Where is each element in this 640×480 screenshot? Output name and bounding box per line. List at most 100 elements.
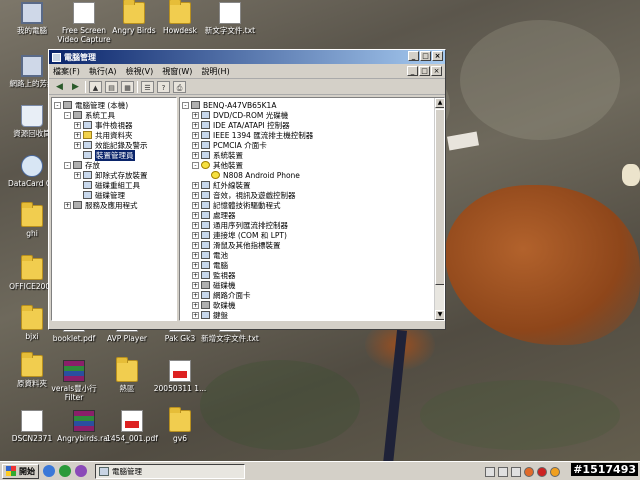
sound-icon[interactable]	[511, 466, 521, 477]
collapse-icon[interactable]: -	[192, 161, 199, 169]
tree-item[interactable]: + 共用資料夾	[54, 130, 176, 140]
tree-item[interactable]: + 網路介面卡	[182, 290, 444, 300]
expand-icon[interactable]: +	[64, 201, 71, 209]
console-tree-icon[interactable]: ▦	[121, 80, 134, 93]
child-minimize-button[interactable]: _	[407, 66, 418, 76]
desktop-icon[interactable]: 20050311 1...	[148, 360, 212, 393]
expand-icon[interactable]: +	[192, 261, 199, 269]
tree-item[interactable]: + 鍵盤	[182, 310, 444, 320]
expand-icon[interactable]: +	[192, 211, 199, 219]
expand-icon[interactable]: +	[192, 111, 199, 119]
tree-item[interactable]: + IEEE 1394 匯流排主機控制器	[182, 130, 444, 140]
tree-item[interactable]: + 電池	[182, 250, 444, 260]
tree-item[interactable]: - 電腦管理 (本機)	[54, 100, 176, 110]
alert-icon[interactable]	[537, 466, 547, 477]
collapse-icon[interactable]: -	[182, 101, 189, 109]
antivirus-icon[interactable]	[524, 466, 534, 477]
menu-help[interactable]: 說明(H)	[201, 66, 229, 77]
update-icon[interactable]	[550, 466, 560, 477]
tree-item[interactable]: + 通用序列匯流排控制器	[182, 220, 444, 230]
child-close-button[interactable]: ×	[431, 66, 442, 76]
expand-icon[interactable]: +	[192, 271, 199, 279]
forward-arrow-icon[interactable]: ▶	[69, 81, 82, 93]
expand-icon[interactable]: +	[192, 191, 199, 199]
tree-item[interactable]: - 系統工具	[54, 110, 176, 120]
expand-icon[interactable]: +	[192, 221, 199, 229]
scroll-up-icon[interactable]: ▲	[435, 98, 444, 108]
collapse-icon[interactable]: -	[64, 111, 71, 119]
tree-item[interactable]: - BENQ-A47VB65K1A	[182, 100, 444, 110]
tree-item[interactable]: + 軟碟機	[182, 300, 444, 310]
tree-item[interactable]: + 系統裝置	[182, 150, 444, 160]
tree-item[interactable]: + 紅外線裝置	[182, 180, 444, 190]
expand-icon[interactable]: +	[192, 241, 199, 249]
vertical-scrollbar[interactable]: ▲ ▼	[434, 98, 444, 320]
tree-item[interactable]: 磁碟管理	[54, 190, 176, 200]
expand-icon[interactable]: +	[192, 181, 199, 189]
expand-icon[interactable]: +	[192, 131, 199, 139]
scan-hardware-icon[interactable]: ⎙	[173, 80, 186, 93]
menu-window[interactable]: 視窗(W)	[162, 66, 192, 77]
close-button[interactable]: ×	[432, 51, 443, 61]
up-folder-icon[interactable]: ▲	[89, 80, 102, 93]
tree-item[interactable]: + IDE ATA/ATAPI 控制器	[182, 120, 444, 130]
expand-icon[interactable]: +	[192, 311, 199, 319]
tree-item[interactable]: 裝置管理員	[54, 149, 176, 161]
tree-item[interactable]: + 事件檢視器	[54, 120, 176, 130]
device-tree-pane[interactable]: - BENQ-A47VB65K1A + DVD/CD-ROM 光碟機 + IDE ATA/…	[179, 97, 445, 321]
properties-icon[interactable]: ☰	[141, 80, 154, 93]
tree-item[interactable]: + 音效，視訊及遊戲控制器	[182, 190, 444, 200]
start-button[interactable]: 開始	[2, 463, 39, 479]
tree-item[interactable]: + 電腦	[182, 260, 444, 270]
expand-icon[interactable]: +	[74, 131, 81, 139]
maximize-button[interactable]: □	[420, 51, 431, 61]
help-icon[interactable]: ?	[157, 80, 170, 93]
expand-icon[interactable]: +	[192, 251, 199, 259]
ie-icon[interactable]	[43, 465, 55, 477]
tree-item[interactable]: + 記憶體技術驅動程式	[182, 200, 444, 210]
tree-item[interactable]: + 連接埠 (COM 和 LPT)	[182, 230, 444, 240]
expand-icon[interactable]: +	[192, 141, 199, 149]
quicklaunch-icon[interactable]	[75, 465, 87, 477]
show-tree-icon[interactable]: ▤	[105, 80, 118, 93]
menu-file[interactable]: 檔案(F)	[53, 66, 80, 77]
collapse-icon[interactable]: -	[64, 161, 71, 169]
desktop-icon[interactable]: 新文字文件.txt	[198, 2, 262, 35]
scroll-down-icon[interactable]: ▼	[435, 310, 444, 320]
taskbar-button-computer-management[interactable]: 電腦管理	[95, 463, 245, 479]
console-tree-pane[interactable]: - 電腦管理 (本機) - 系統工具 + 事件檢視器 + 共用資料夾 + 效能記錄及警示 裝置管理員…	[51, 97, 177, 321]
child-restore-button[interactable]: □	[419, 66, 430, 76]
expand-icon[interactable]: +	[192, 201, 199, 209]
computer-management-window[interactable]: 電腦管理 _ □ × 檔案(F) 執行(A) 檢視(V) 視窗(W) 說明(H)…	[48, 49, 446, 330]
display-icon[interactable]	[498, 466, 508, 477]
tree-item[interactable]: + DVD/CD-ROM 光碟機	[182, 110, 444, 120]
tree-item[interactable]: + 處理器	[182, 210, 444, 220]
menu-view[interactable]: 檢視(V)	[126, 66, 154, 77]
tree-item[interactable]: + 服務及應用程式	[54, 200, 176, 210]
menu-action[interactable]: 執行(A)	[89, 66, 117, 77]
minimize-button[interactable]: _	[408, 51, 419, 61]
tree-item[interactable]: + 卸除式存放裝置	[54, 170, 176, 180]
tree-item[interactable]: N808 Android Phone	[182, 170, 444, 180]
desktop-icon[interactable]: gv6	[148, 407, 212, 443]
tree-item[interactable]: - 存放	[54, 160, 176, 170]
back-arrow-icon[interactable]: ◀	[53, 81, 66, 93]
expand-icon[interactable]: +	[74, 171, 81, 179]
tree-item[interactable]: + 監視器	[182, 270, 444, 280]
expand-icon[interactable]: +	[192, 231, 199, 239]
tree-item[interactable]: + PCMCIA 介面卡	[182, 140, 444, 150]
tree-item[interactable]: - 其他裝置	[182, 160, 444, 170]
scroll-thumb[interactable]	[435, 109, 444, 285]
expand-icon[interactable]: +	[192, 151, 199, 159]
expand-icon[interactable]: +	[192, 281, 199, 289]
expand-icon[interactable]: +	[192, 121, 199, 129]
title-bar[interactable]: 電腦管理 _ □ ×	[49, 50, 445, 64]
tree-item[interactable]: + 滑鼠及其他指標裝置	[182, 240, 444, 250]
expand-icon[interactable]: +	[192, 301, 199, 309]
expand-icon[interactable]: +	[74, 121, 81, 129]
tree-item[interactable]: 磁碟重組工具	[54, 180, 176, 190]
tree-item[interactable]: + 磁碟機	[182, 280, 444, 290]
expand-icon[interactable]: +	[74, 141, 81, 149]
expand-icon[interactable]: +	[192, 291, 199, 299]
tree-item[interactable]: + 效能記錄及警示	[54, 140, 176, 150]
